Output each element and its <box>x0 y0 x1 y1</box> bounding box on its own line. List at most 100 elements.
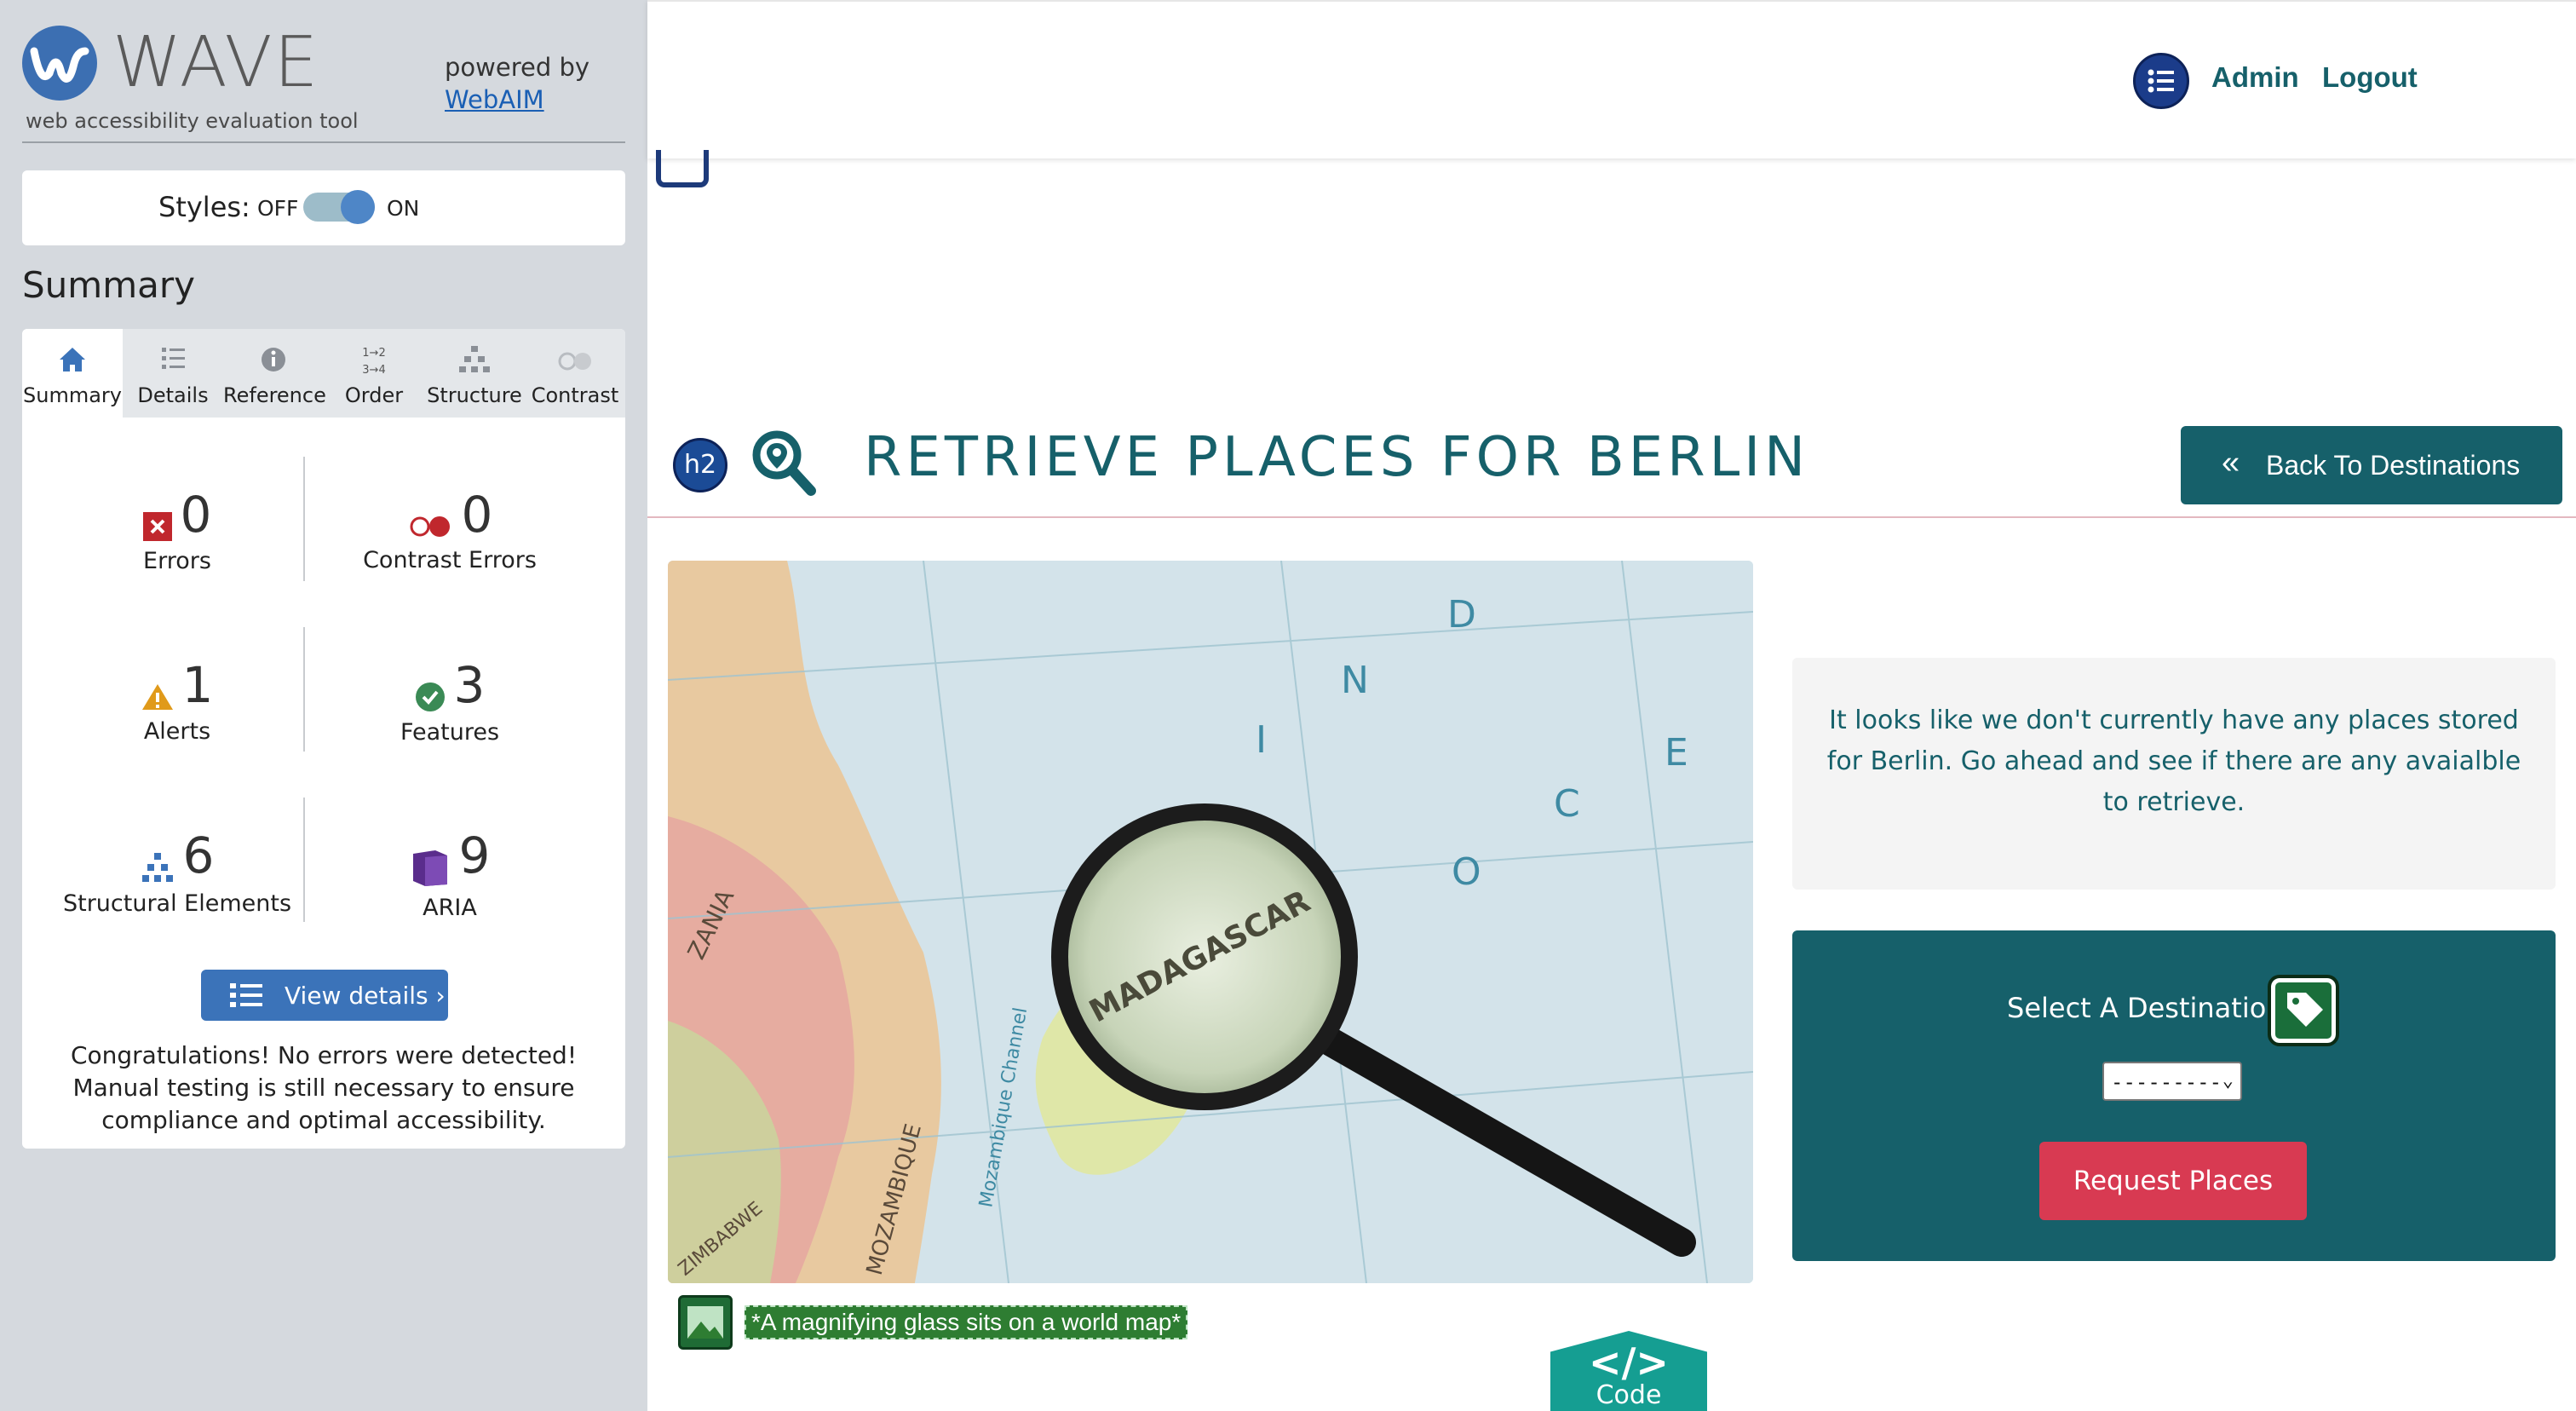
tab-details-label: Details <box>137 383 209 407</box>
svg-text:3→4: 3→4 <box>362 364 385 377</box>
alerts-count: 1 <box>181 656 214 714</box>
stat-structural[interactable]: 6 Structural Elements <box>41 826 313 917</box>
summary-heading: Summary <box>22 264 195 306</box>
contrast-icon <box>525 341 625 378</box>
structure-icon <box>424 341 525 378</box>
contrast-error-icon <box>407 514 453 543</box>
features-count: 3 <box>453 656 486 714</box>
errors-label: Errors <box>143 547 211 574</box>
stat-divider <box>303 798 305 922</box>
chevron-down-icon: ⌄ <box>2222 1070 2234 1091</box>
tab-contrast-label: Contrast <box>531 383 619 407</box>
tab-order-label: Order <box>344 383 404 407</box>
tab-reference[interactable]: Reference <box>223 329 326 418</box>
tab-structure[interactable]: Structure <box>424 329 525 418</box>
list-icon <box>230 983 262 1007</box>
nav-logout-link[interactable]: Logout <box>2322 61 2418 94</box>
styles-label: Styles: <box>158 191 250 223</box>
structural-icon <box>141 851 175 887</box>
landmark-icon <box>656 150 709 187</box>
top-navbar: Admin Logout <box>647 0 2576 158</box>
map-label: N <box>1341 659 1369 702</box>
image-alt-text: *A magnifying glass sits on a world map* <box>745 1305 1188 1339</box>
image-alt-icon[interactable] <box>678 1295 733 1350</box>
svg-text:1→2: 1→2 <box>362 347 385 360</box>
structural-label: Structural Elements <box>62 890 292 917</box>
request-places-button[interactable]: Request Places <box>2039 1142 2307 1220</box>
powered-by-text: powered by <box>445 53 590 82</box>
title-divider <box>647 516 2576 518</box>
tab-summary-label: Summary <box>23 383 122 407</box>
stat-errors[interactable]: 0 Errors <box>41 486 313 574</box>
destination-select-value: --------- <box>2111 1070 2222 1094</box>
feature-check-icon <box>415 682 446 716</box>
order-icon: 1→2 3→4 <box>324 341 424 378</box>
h2-badge-icon: h2 <box>673 438 727 492</box>
destination-form: Select A Destination --------- ⌄ Request… <box>1792 930 2556 1261</box>
map-label: O <box>1452 850 1481 894</box>
webaim-link[interactable]: WebAIM <box>445 85 544 114</box>
styles-on-label: ON <box>387 196 420 221</box>
sidebar-divider <box>22 141 625 143</box>
nav-admin-link[interactable]: Admin <box>2211 61 2299 94</box>
double-chevron-left-icon: « <box>2222 445 2240 481</box>
map-label: E <box>1665 731 1688 775</box>
stat-alerts[interactable]: 1 Alerts <box>41 656 313 745</box>
error-icon <box>142 511 172 544</box>
info-icon <box>223 341 324 378</box>
styles-toggle[interactable] <box>303 190 375 224</box>
wave-logo-icon <box>22 26 97 101</box>
alert-icon <box>141 682 174 715</box>
map-label: D <box>1447 593 1476 636</box>
list-icon <box>123 341 223 378</box>
tab-order[interactable]: 1→2 3→4 Order <box>324 329 424 418</box>
tab-details[interactable]: Details <box>123 329 223 418</box>
page-title: RETRIEVE PLACES FOR BERLIN <box>864 426 1810 489</box>
aria-icon <box>410 847 451 891</box>
features-label: Features <box>400 718 500 746</box>
wave-tabs: Summary Details Reference 1→23→4 Order <box>22 329 625 418</box>
map-label: C <box>1554 782 1580 826</box>
wave-list-icon[interactable] <box>2133 53 2189 109</box>
aria-label: ARIA <box>423 894 477 921</box>
tag-icon <box>2268 975 2339 1046</box>
congrats-message: Congratulations! No errors were detected… <box>70 1041 578 1134</box>
view-details-button[interactable]: View details › <box>201 970 448 1021</box>
hero-map-image: I N D O C E Mozambique Channel ZANIA MOZ… <box>668 561 1753 1283</box>
wave-code-tab[interactable]: </> Code <box>1550 1331 1707 1411</box>
alerts-label: Alerts <box>143 717 211 745</box>
stat-features[interactable]: 3 Features <box>313 656 586 746</box>
select-destination-label: Select A Destination <box>2007 992 2284 1024</box>
page-main: Admin Logout h2 RETRIEVE PLACES FOR BERL… <box>647 0 2576 1411</box>
wave-sidebar: WAVE web accessibility evaluation tool p… <box>0 0 647 1411</box>
contrast-errors-label: Contrast Errors <box>363 547 537 573</box>
aria-count: 9 <box>458 826 491 884</box>
tab-contrast[interactable]: Contrast <box>525 329 625 418</box>
powered-by: powered by WebAIM <box>445 51 589 116</box>
back-to-destinations-button[interactable]: « Back To Destinations <box>2181 426 2562 504</box>
stat-divider <box>303 627 305 752</box>
contrast-errors-count: 0 <box>461 486 493 544</box>
summary-panel: Summary Details Reference 1→23→4 Order <box>22 329 625 1149</box>
stat-contrast-errors[interactable]: 0 Contrast Errors <box>313 486 586 573</box>
tab-summary[interactable]: Summary <box>22 329 123 418</box>
styles-toggle-knob[interactable] <box>341 190 375 224</box>
stat-aria[interactable]: 9 ARIA <box>313 826 586 921</box>
styles-off-label: OFF <box>257 196 299 221</box>
back-button-label: Back To Destinations <box>2266 450 2521 481</box>
map-label: I <box>1256 718 1267 762</box>
destination-select[interactable]: --------- ⌄ <box>2102 1062 2242 1101</box>
code-icon: </> <box>1589 1339 1669 1385</box>
code-tab-label: Code <box>1596 1380 1662 1410</box>
map-search-icon <box>751 429 816 506</box>
wave-tagline: web accessibility evaluation tool <box>26 109 359 133</box>
errors-count: 0 <box>180 486 212 544</box>
tab-reference-label: Reference <box>223 383 326 407</box>
view-details-label: View details › <box>285 982 446 1010</box>
home-icon <box>22 341 123 378</box>
styles-toggle-box: Styles: OFF ON <box>22 170 625 245</box>
no-places-info-box: It looks like we don't currently have an… <box>1792 658 2556 890</box>
wave-title: WAVE <box>112 22 320 103</box>
tab-structure-label: Structure <box>427 383 522 407</box>
info-message: It looks like we don't currently have an… <box>1826 706 2521 817</box>
